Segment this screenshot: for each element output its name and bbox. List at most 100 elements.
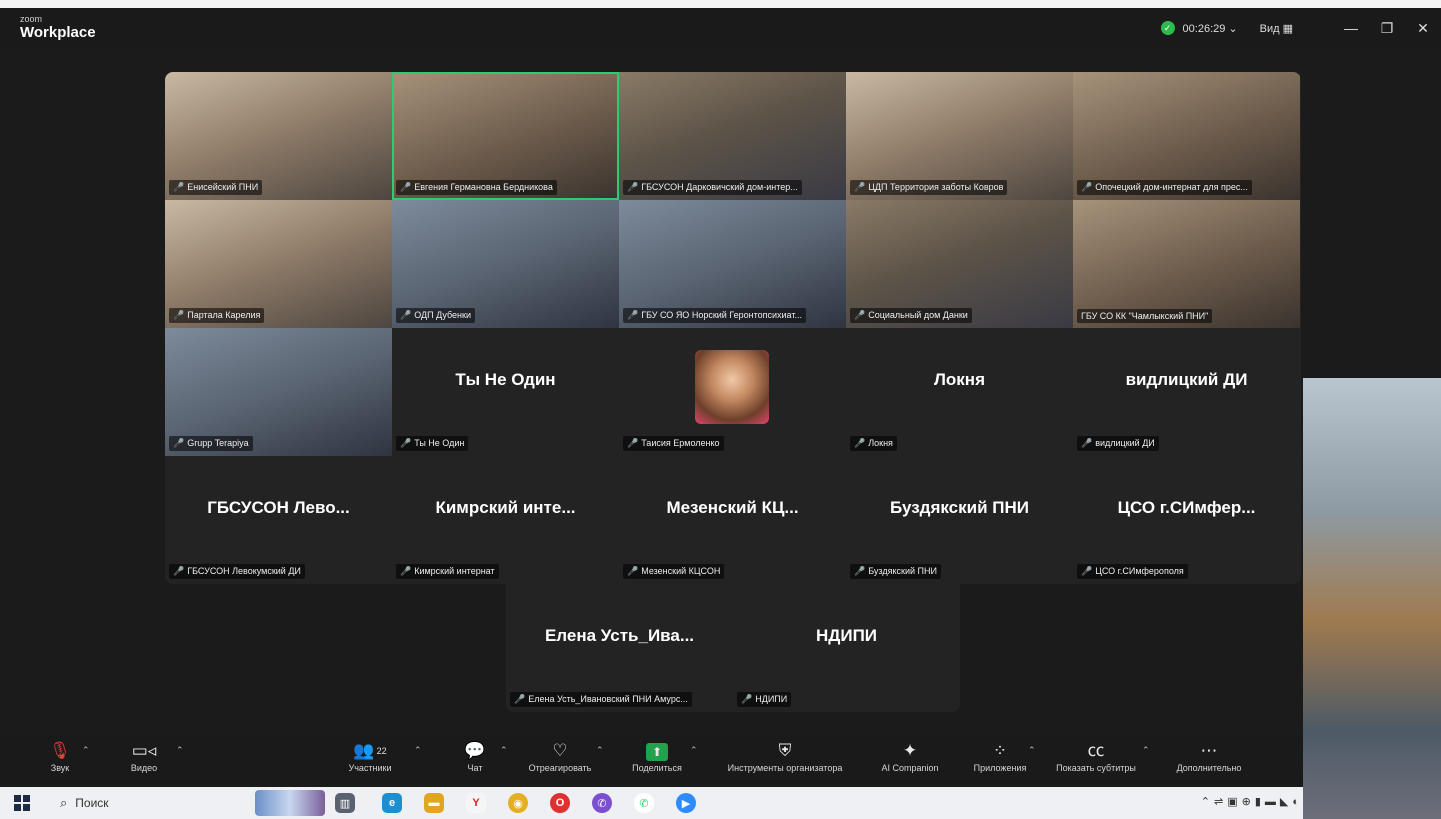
participant-display-name: Ты Не Один bbox=[455, 370, 556, 389]
participant-label: 🎤 ГБСУСОН Дарковичский дом-интер... bbox=[623, 180, 802, 195]
participant-tile[interactable]: 🎤 Партала Карелия bbox=[165, 200, 392, 328]
participant-display-name: Елена Усть_Ива... bbox=[544, 626, 695, 645]
meeting-toolbar: 🎙 Звук ⌃ ▭◃ Видео ⌃ 👥 22 Участники ⌃ 💬 Ча… bbox=[0, 735, 1303, 785]
participant-tile[interactable]: видлицкий ДИ 🎤 видлицкий ДИ bbox=[1073, 328, 1300, 456]
participant-tile[interactable]: ЦСО г.СИмфер... 🎤 ЦСО г.СИмферополя bbox=[1073, 456, 1300, 584]
participant-label: 🎤 Grupp Terapiya bbox=[169, 436, 253, 451]
video-button[interactable]: ▭◃ Видео bbox=[120, 739, 168, 773]
chevron-up-icon[interactable]: ⌃ bbox=[596, 745, 604, 756]
chevron-up-icon[interactable]: ⌃ bbox=[690, 745, 698, 756]
more-label: Дополнительно bbox=[1176, 763, 1242, 773]
participants-button[interactable]: 👥 22 Участники bbox=[338, 739, 402, 773]
chrome-browser-icon[interactable]: ◉ bbox=[508, 793, 528, 813]
chat-button[interactable]: 💬 Чат bbox=[458, 739, 492, 773]
view-button[interactable]: Вид ▦ bbox=[1260, 22, 1293, 35]
participant-tile[interactable]: Буздякский ПНИ 🎤 Буздякский ПНИ bbox=[846, 456, 1073, 584]
chevron-up-icon[interactable]: ⌃ bbox=[1142, 745, 1150, 756]
task-view-icon[interactable]: ▥ bbox=[335, 793, 355, 813]
participant-label: 🎤 Таисия Ермоленко bbox=[623, 436, 724, 451]
participant-display-name: ГБСУСОН Лево... bbox=[207, 498, 350, 517]
participant-display-name: видлицкий ДИ bbox=[1125, 370, 1248, 389]
participant-tile[interactable]: 🎤 Опочецкий дом-интернат для прес... bbox=[1073, 72, 1300, 200]
participant-name: ЦДП Территория заботы Ковров bbox=[868, 182, 1004, 192]
screen-top-edge bbox=[0, 0, 1441, 8]
react-button[interactable]: ♡ Отреагировать bbox=[520, 739, 600, 773]
restore-icon[interactable]: ❐ bbox=[1369, 20, 1405, 37]
participant-tile-active-speaker[interactable]: 🎤 Евгения Германовна Бердникова bbox=[392, 72, 619, 200]
participant-tile[interactable]: ГБУ СО КК "Чамлыкский ПНИ" bbox=[1073, 200, 1300, 328]
participant-tile[interactable]: Елена Усть_Ива... 🎤 Елена Усть_Ивановский… bbox=[506, 584, 733, 712]
participant-tile[interactable]: 🎤 ГБУ СО ЯО Норский Геронтопсихиат... bbox=[619, 200, 846, 328]
opera-browser-icon[interactable]: O bbox=[550, 793, 570, 813]
participant-tile[interactable]: ГБСУСОН Лево... 🎤 ГБСУСОН Левокумский ДИ bbox=[165, 456, 392, 584]
captions-button[interactable]: ㏄ Показать субтитры bbox=[1046, 739, 1146, 773]
yandex-browser-icon[interactable]: Y bbox=[466, 793, 486, 813]
mic-muted-icon: 🎤 bbox=[173, 182, 185, 192]
participant-display-name: Локня bbox=[933, 370, 985, 389]
participant-name: Локня bbox=[868, 438, 893, 448]
participant-tile[interactable]: 🎤 Таисия Ермоленко bbox=[619, 328, 846, 456]
chevron-up-icon[interactable]: ⌃ bbox=[82, 745, 90, 756]
participant-label: 🎤 ГБУ СО ЯО Норский Геронтопсихиат... bbox=[623, 308, 806, 323]
brand-small-text: zoom bbox=[20, 14, 43, 24]
shield-icon: ⛨ bbox=[778, 741, 792, 760]
whatsapp-icon[interactable]: ✆ bbox=[634, 793, 654, 813]
minimize-icon[interactable]: — bbox=[1333, 20, 1369, 36]
participant-display-name: НДИПИ bbox=[815, 626, 878, 645]
chevron-up-icon[interactable]: ⌃ bbox=[500, 745, 508, 756]
participant-tile[interactable]: 🎤 Социальный дом Данки bbox=[846, 200, 1073, 328]
mic-muted-icon: 🎤 bbox=[400, 566, 412, 576]
share-button[interactable]: ⬆ Поделиться bbox=[620, 739, 694, 773]
mic-muted-icon: 🎤 bbox=[627, 566, 639, 576]
participant-tile[interactable]: Мезенский КЦ... 🎤 Мезенский КЦСОН bbox=[619, 456, 846, 584]
titlebar-controls: ✓ 00:26:29 ⌄ Вид ▦ — ❐ ✕ bbox=[1160, 8, 1441, 48]
participant-tile[interactable]: 🎤 Grupp Terapiya bbox=[165, 328, 392, 456]
windows-taskbar: ⌕ Поиск ▥ e ▬ Y ◉ O ✆ ✆ ▶ ⌃⇌▣⊕▮▬◣◐ bbox=[0, 787, 1303, 819]
share-label: Поделиться bbox=[632, 763, 682, 773]
mic-muted-icon: 🎤 bbox=[854, 438, 866, 448]
participant-name: Мезенский КЦСОН bbox=[641, 566, 721, 576]
participant-gallery-last-row: Елена Усть_Ива... 🎤 Елена Усть_Ивановский… bbox=[506, 584, 960, 712]
chevron-up-icon[interactable]: ⌃ bbox=[176, 745, 184, 756]
participant-label: 🎤 Локня bbox=[850, 436, 897, 451]
host-tools-button[interactable]: ⛨ Инструменты организатора bbox=[708, 739, 862, 773]
system-tray-icons[interactable]: ⌃⇌▣⊕▮▬◣◐ bbox=[1201, 795, 1303, 808]
participant-tile[interactable]: 🎤 ГБСУСОН Дарковичский дом-интер... bbox=[619, 72, 846, 200]
zoom-app-icon[interactable]: ▶ bbox=[676, 793, 696, 813]
mic-muted-icon: 🎤 bbox=[400, 438, 412, 448]
mic-muted-icon: 🎤 bbox=[173, 438, 185, 448]
edge-browser-icon[interactable]: e bbox=[382, 793, 402, 813]
participant-tile[interactable]: Ты Не Один 🎤 Ты Не Один bbox=[392, 328, 619, 456]
participant-name: Елена Усть_Ивановский ПНИ Амурс... bbox=[528, 694, 688, 704]
participant-label: 🎤 Мезенский КЦСОН bbox=[623, 564, 725, 579]
ai-companion-button[interactable]: ✦ AI Companion bbox=[870, 739, 950, 773]
participant-tile[interactable]: Локня 🎤 Локня bbox=[846, 328, 1073, 456]
participant-tile[interactable]: 🎤 ОДП Дубенки bbox=[392, 200, 619, 328]
participant-name: ГБСУСОН Левокумский ДИ bbox=[187, 566, 301, 576]
chevron-up-icon[interactable]: ⌃ bbox=[414, 745, 422, 756]
mic-muted-icon: 🎤 bbox=[400, 310, 412, 320]
file-explorer-icon[interactable]: ▬ bbox=[424, 793, 444, 813]
meeting-timer[interactable]: 00:26:29 ⌄ bbox=[1183, 22, 1238, 35]
share-screen-icon: ⬆ bbox=[646, 743, 668, 761]
chevron-up-icon[interactable]: ⌃ bbox=[1028, 745, 1036, 756]
viber-icon[interactable]: ✆ bbox=[592, 793, 612, 813]
taskbar-search-label: Поиск bbox=[75, 796, 109, 810]
mic-off-icon: 🎙 bbox=[49, 741, 71, 760]
encryption-shield-icon[interactable]: ✓ bbox=[1160, 21, 1175, 35]
mic-muted-icon: 🎤 bbox=[627, 310, 639, 320]
participant-name: Социальный дом Данки bbox=[868, 310, 968, 320]
close-icon[interactable]: ✕ bbox=[1405, 20, 1441, 37]
taskbar-widget-image[interactable] bbox=[255, 790, 325, 816]
participant-name: Буздякский ПНИ bbox=[868, 566, 937, 576]
participant-tile[interactable]: 🎤 Енисейский ПНИ bbox=[165, 72, 392, 200]
audio-button[interactable]: 🎙 Звук bbox=[40, 739, 80, 773]
taskbar-search[interactable]: ⌕ Поиск bbox=[60, 792, 250, 814]
participant-tile[interactable]: НДИПИ 🎤 НДИПИ bbox=[733, 584, 960, 712]
participant-tile[interactable]: Кимрский инте... 🎤 Кимрский интернат bbox=[392, 456, 619, 584]
more-button[interactable]: ⋯ Дополнительно bbox=[1162, 739, 1256, 773]
mic-muted-icon: 🎤 bbox=[854, 182, 866, 192]
participant-label: 🎤 ЦДП Территория заботы Ковров bbox=[850, 180, 1008, 195]
windows-start-icon[interactable] bbox=[14, 795, 30, 811]
participant-tile[interactable]: 🎤 ЦДП Территория заботы Ковров bbox=[846, 72, 1073, 200]
